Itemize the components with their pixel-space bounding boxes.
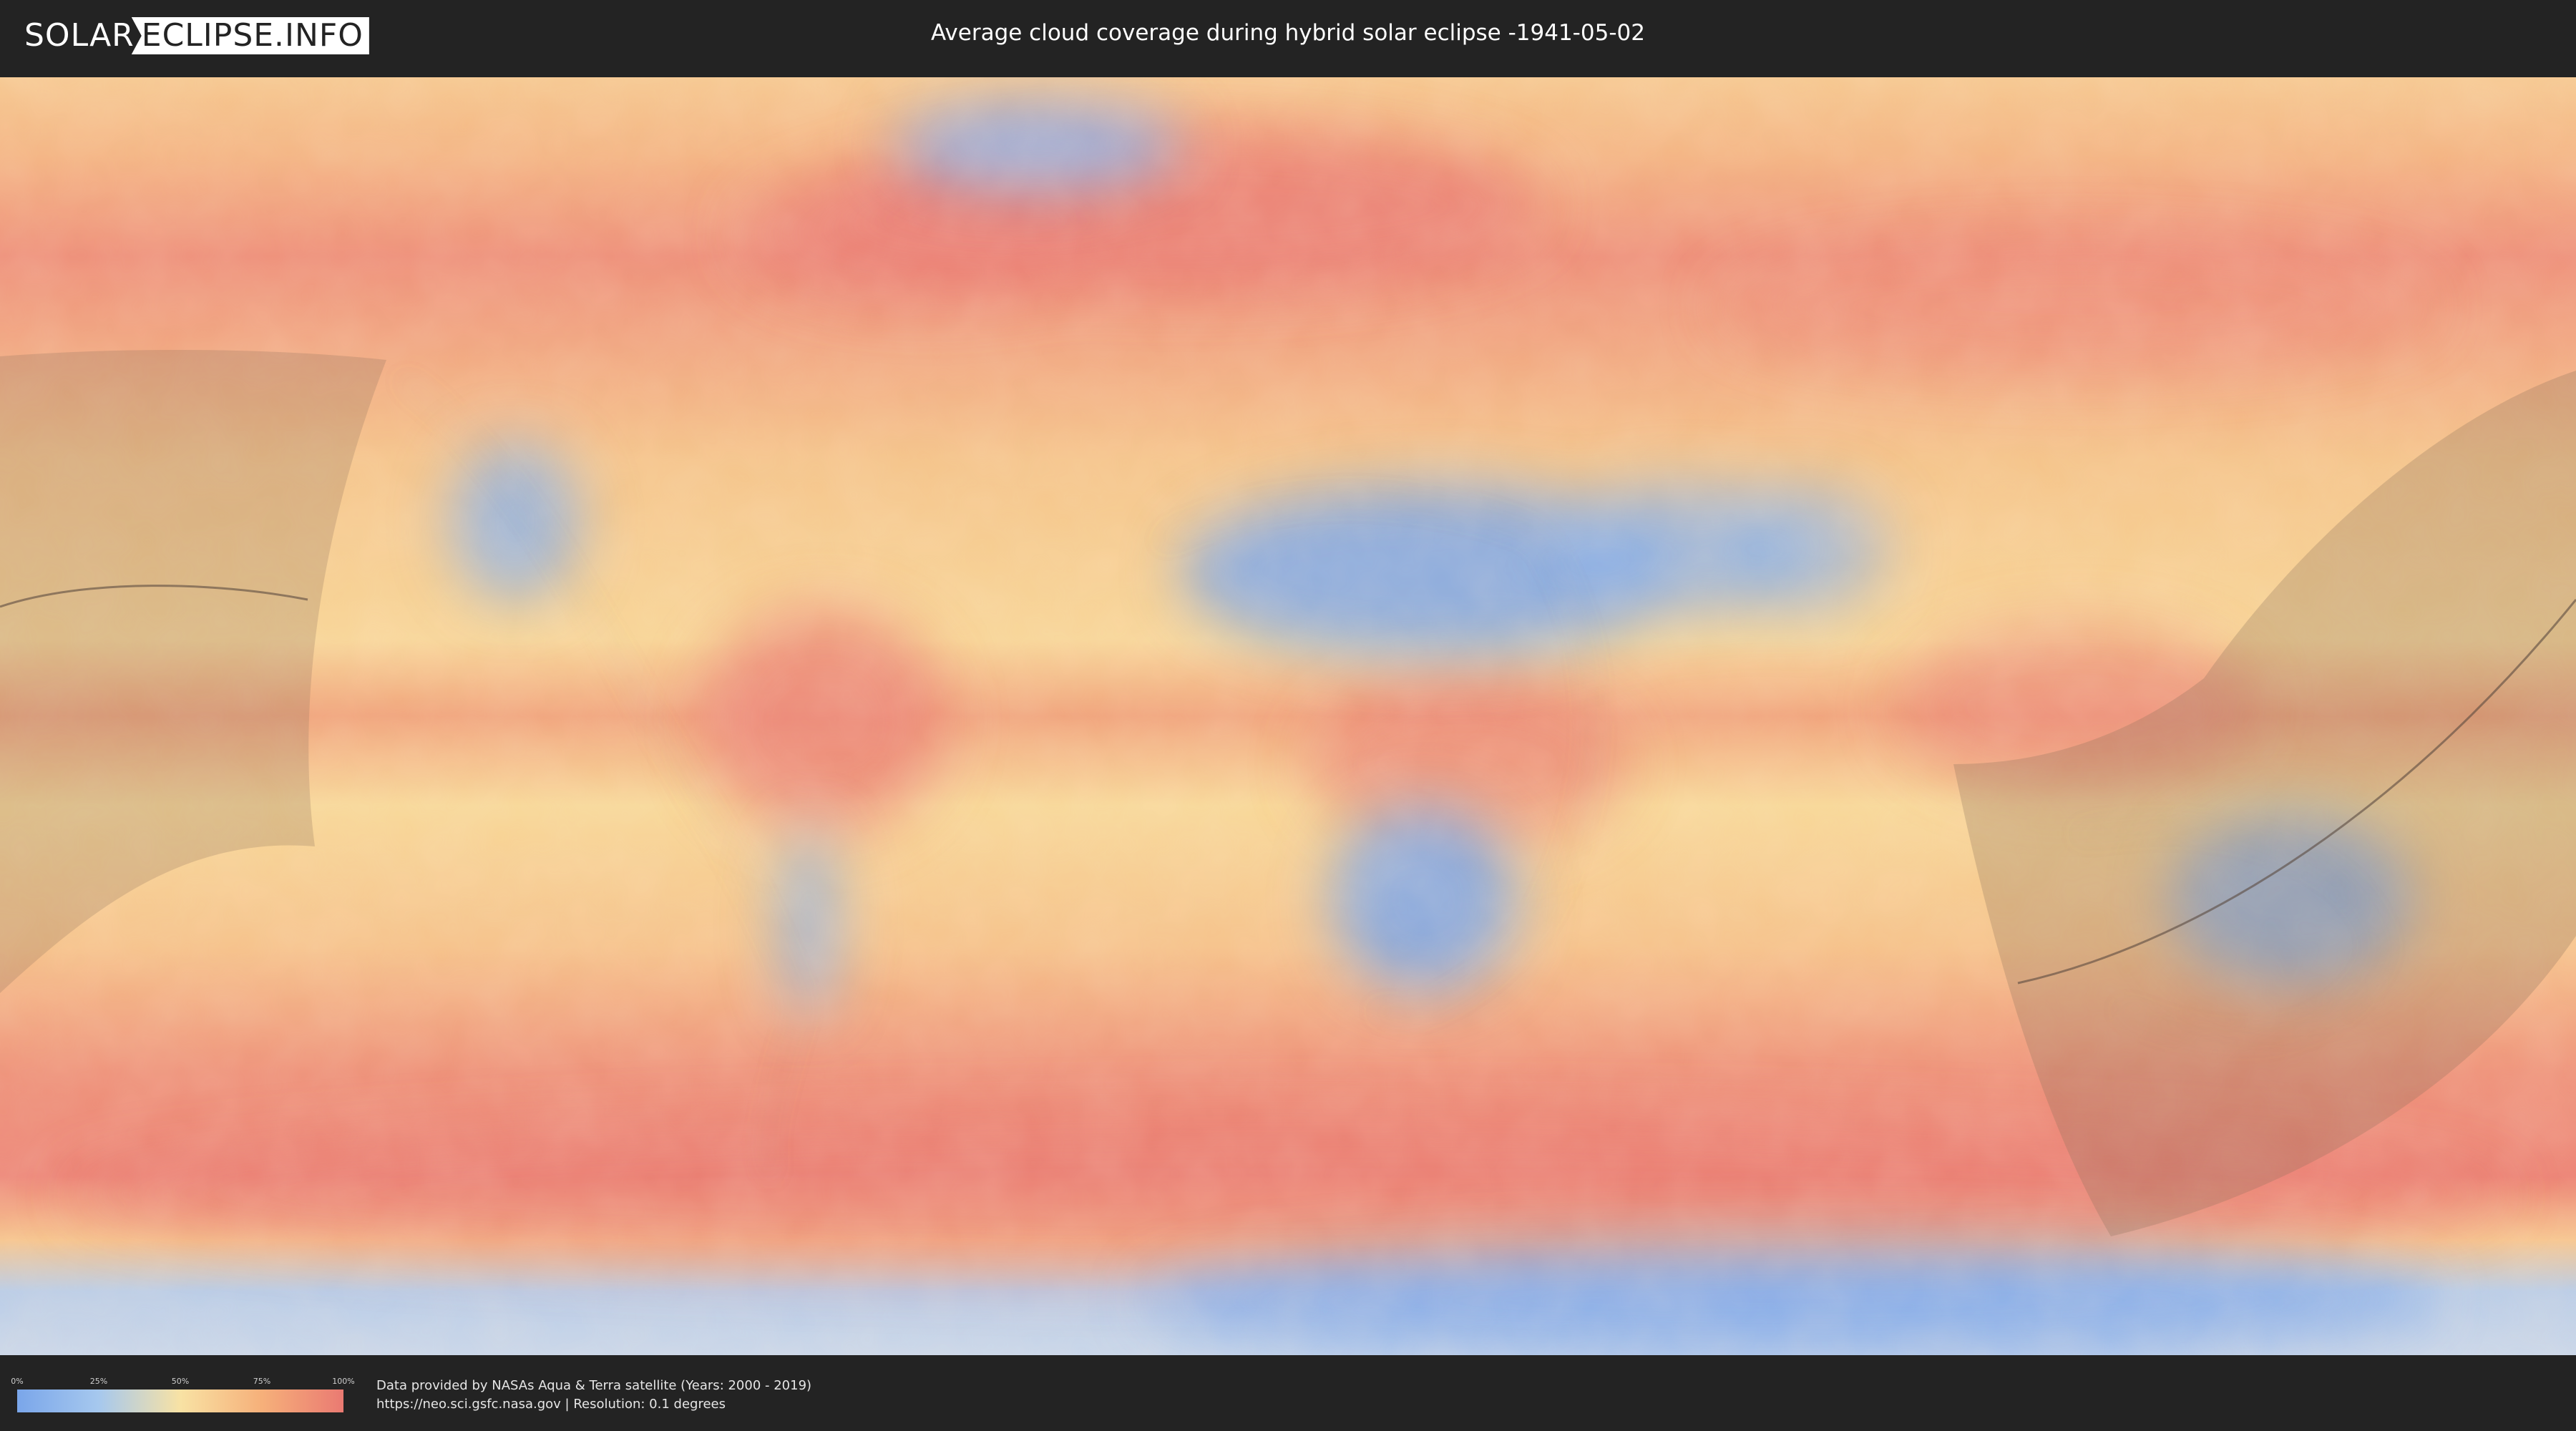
legend-tick-0: 0% [11,1377,24,1386]
data-source-resolution: https://neo.sci.gsfc.nasa.gov | Resoluti… [376,1397,726,1412]
legend-tick-100: 100% [332,1377,355,1386]
header-bar: SOLAR ECLIPSE.INFO Average cloud coverag… [0,0,2576,73]
page-title: Average cloud coverage during hybrid sol… [931,20,1645,46]
legend-tick-50: 50% [171,1377,190,1386]
legend-tick-25: 25% [89,1377,108,1386]
legend-ticks: 0% 25% 50% 75% 100% [11,1377,354,1388]
footer-bar [0,1357,2576,1431]
legend-tick-75: 75% [253,1377,271,1386]
cloud-coverage-map[interactable] [0,77,2576,1355]
cloud-coverage-legend-bar [17,1390,343,1412]
data-credit: Data provided by NASAs Aqua & Terra sate… [376,1378,812,1393]
